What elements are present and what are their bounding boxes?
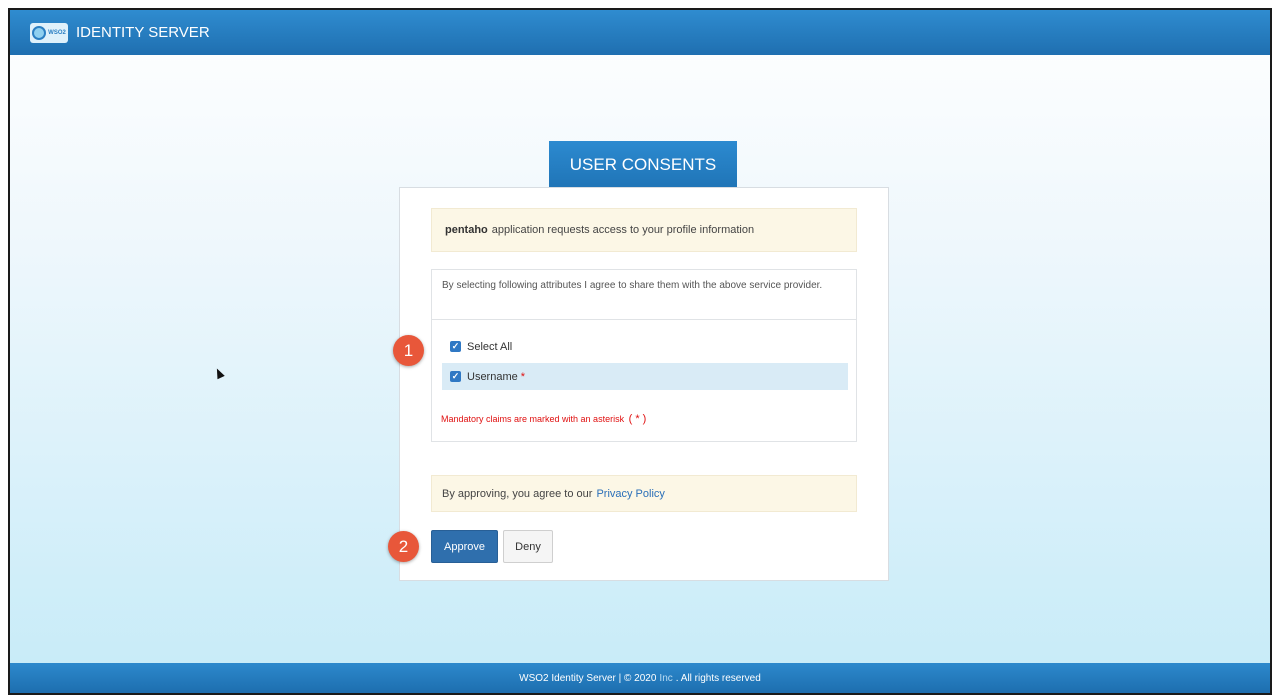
top-header-bar: WSO2 IDENTITY SERVER	[10, 10, 1270, 55]
mandatory-asterisk: ( * )	[628, 413, 647, 425]
select-all-label: Select All	[467, 340, 513, 353]
username-checkbox[interactable]: ✓	[450, 371, 461, 382]
policy-prefix-text: By approving, you agree to our	[442, 487, 593, 500]
step-2-badge: 2	[388, 531, 419, 562]
mandatory-claims-note: Mandatory claims are marked with an aste…	[441, 413, 646, 425]
deny-button[interactable]: Deny	[503, 530, 553, 563]
application-name: pentaho	[445, 224, 488, 236]
username-label: Username	[467, 370, 518, 383]
approve-button[interactable]: Approve	[431, 530, 498, 563]
required-asterisk: *	[520, 370, 526, 383]
privacy-policy-link[interactable]: Privacy Policy	[596, 488, 664, 500]
wso2-logo: WSO2	[30, 22, 68, 43]
mouse-cursor-icon	[213, 366, 225, 380]
privacy-policy-notice: By approving, you agree to our Privacy P…	[431, 475, 857, 512]
logo-text: WSO2	[48, 29, 66, 36]
footer-product: WSO2 Identity Server | © 2020	[519, 672, 657, 684]
browser-frame: WSO2 IDENTITY SERVER USER CONSENTS penta…	[8, 8, 1272, 695]
access-request-text: application requests access to your prof…	[491, 224, 755, 236]
app-title: IDENTITY SERVER	[76, 24, 210, 41]
username-row[interactable]: ✓ Username *	[442, 363, 848, 390]
select-all-checkbox[interactable]: ✓	[450, 341, 461, 352]
select-all-row[interactable]: ✓ Select All	[442, 333, 852, 360]
footer-company: Inc	[659, 672, 673, 684]
footer-bar: WSO2 Identity Server | © 2020 Inc . All …	[10, 663, 1270, 693]
consent-card: pentaho application requests access to y…	[399, 187, 889, 581]
access-request-notice: pentaho application requests access to y…	[431, 208, 857, 252]
logo-icon	[32, 25, 47, 40]
mandatory-note-text: Mandatory claims are marked with an aste…	[441, 414, 625, 424]
footer-rights: . All rights reserved	[675, 672, 761, 684]
step-1-badge: 1	[393, 335, 424, 366]
user-consents-title: USER CONSENTS	[549, 141, 737, 189]
attributes-description: By selecting following attributes I agre…	[432, 270, 856, 320]
attributes-panel: By selecting following attributes I agre…	[431, 269, 857, 442]
